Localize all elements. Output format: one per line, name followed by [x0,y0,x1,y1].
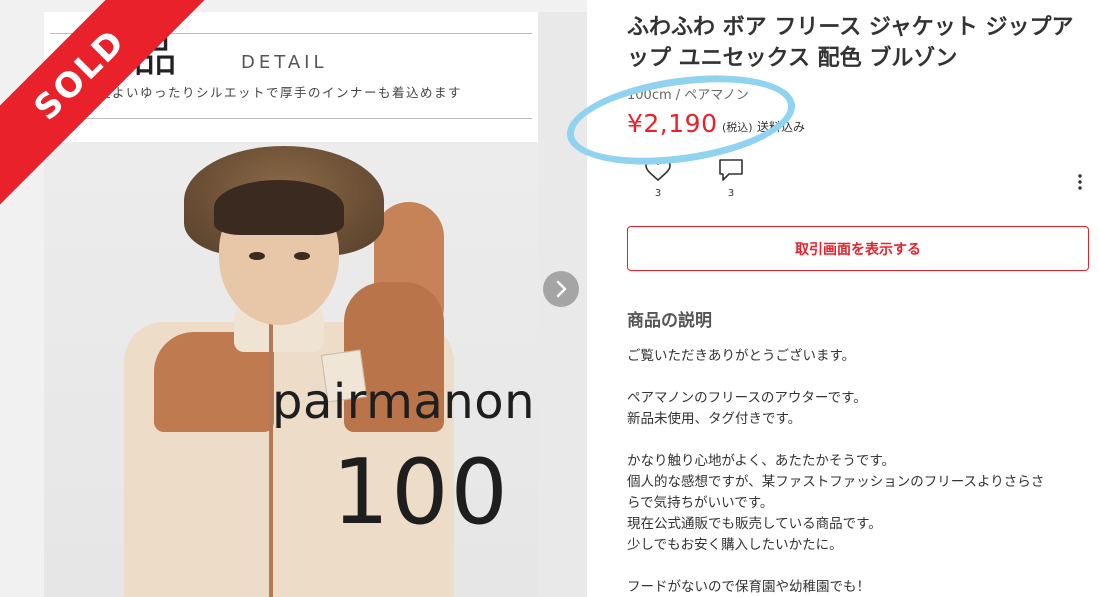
comment-button[interactable]: 3 [716,158,746,199]
photo-divider-bottom [50,118,532,119]
description-line: 個人的な感想ですが、某ファストファッションのフリースよりさらさ [627,474,1045,490]
like-count: 3 [654,188,662,199]
description-heading: 商品の説明 [627,311,712,331]
child-hair [214,180,344,235]
description-line [627,430,1097,451]
product-title: ふわふわ ボア フリース ジャケット ジップアップ ユニセックス 配色 ブルゾン [627,15,1074,71]
view-transaction-button[interactable]: 取引画面を表示する [627,226,1089,271]
description-line: らで気持ちがいいです。 [627,495,774,511]
shipping-label: 送料込み [757,120,806,134]
product-variant: 100cm / ペアマノン [627,88,749,103]
product-price: ¥2,190 [627,109,718,138]
photo-size-text: 100 [332,440,510,545]
description-line: ペアマノンのフリースのアウターです。 [627,390,867,406]
photo-gallery: 新品 DETAIL 程よいゆったりシルエットで厚手のインナーも着込めます pai… [0,0,587,597]
child-eye-right [294,252,310,260]
like-button[interactable]: 3 [643,158,673,199]
next-photo-button[interactable] [543,271,579,307]
more-options-button[interactable] [1073,172,1087,192]
heart-icon [645,159,671,182]
product-details: ふわふわ ボア フリース ジャケット ジップアップ ユニセックス 配色 ブルゾン… [627,0,1089,597]
comment-count: 3 [727,188,735,199]
jacket-zipper [269,302,273,597]
description-line: 少しでもお安く購入したいかたに。 [627,537,843,553]
product-page: 新品 DETAIL 程よいゆったりシルエットで厚手のインナーも着込めます pai… [0,0,1099,597]
description-line: かなり触り心地がよく、あたたかそうです。 [627,453,895,469]
tax-label: (税込) [722,121,753,134]
description-line: フードがないので保育園や幼稚園でも！ [627,579,870,595]
description-line: ご覧いただきありがとうございます。 [627,348,856,364]
photo-brand-text: pairmanon [272,374,535,430]
comment-icon [719,159,743,181]
chevron-right-icon [556,280,567,298]
photo-subtitle: 程よいゆったりシルエットで厚手のインナーも着込めます [98,85,463,100]
more-vertical-icon [1078,174,1082,190]
product-photo[interactable]: 新品 DETAIL 程よいゆったりシルエットで厚手のインナーも着込めます pai… [44,12,538,597]
product-description: ご覧いただきありがとうございます。 ペアマノンのフリースのアウターです。 新品未… [627,346,1097,597]
description-line [627,367,1097,388]
photo-detail-label: DETAIL [241,52,328,73]
description-line: 現在公式通販でも販売している商品です。 [627,516,882,532]
description-line: 新品未使用、タグ付きです。 [627,411,802,427]
child-eye-left [249,252,265,260]
description-line [627,556,1097,577]
